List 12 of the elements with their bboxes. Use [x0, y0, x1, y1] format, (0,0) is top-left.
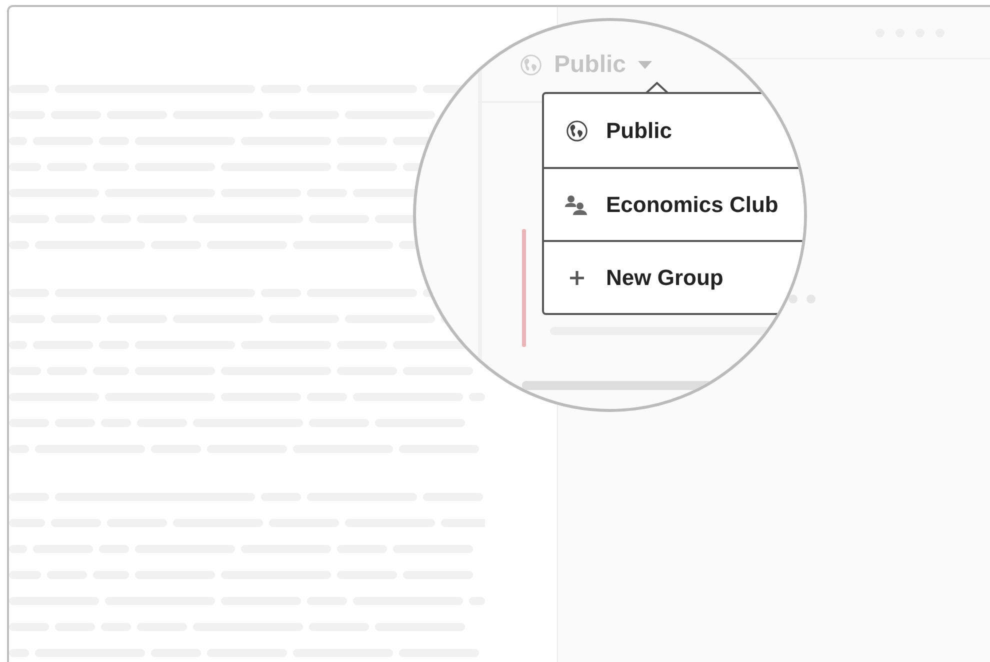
people-icon	[564, 194, 590, 216]
globe-icon	[520, 54, 542, 76]
menu-item-label: Public	[606, 117, 672, 145]
add-icon	[569, 270, 585, 286]
caret-icon	[638, 61, 652, 69]
menu-item-label: Economics Club	[606, 191, 778, 219]
menu-item-label: New Group	[606, 264, 724, 292]
menu-item[interactable]: New Group	[544, 240, 804, 313]
globe-icon	[566, 120, 588, 142]
menu-item[interactable]: Public	[544, 94, 804, 167]
more-icon	[788, 294, 816, 304]
menu-item[interactable]: Economics Club	[544, 167, 804, 240]
